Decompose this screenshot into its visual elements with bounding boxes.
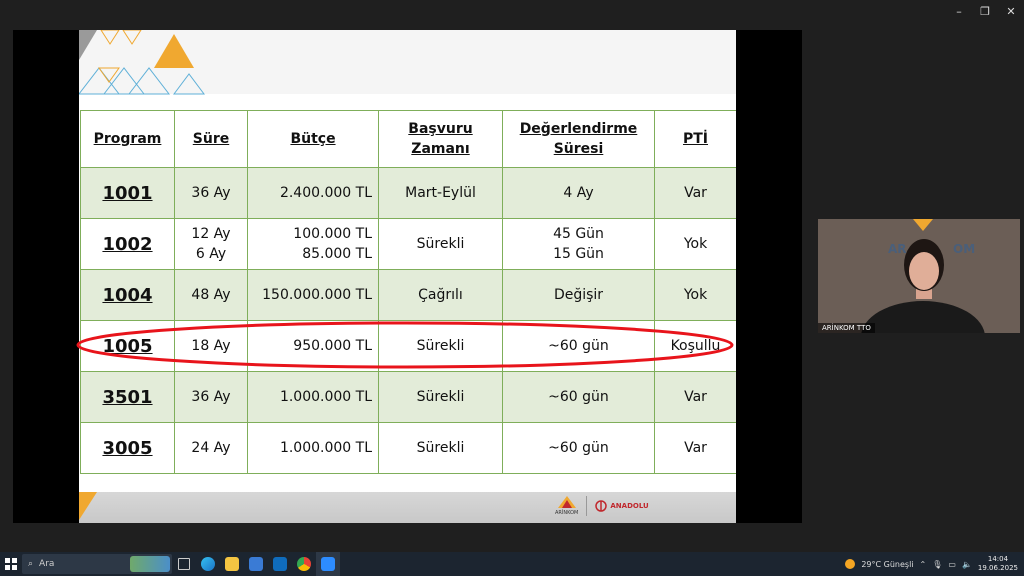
table-row: 1005 18 Ay 950.000 TL Sürekli ~60 gün Ko…	[80, 320, 736, 372]
table-row: 3005 24 Ay 1.000.000 TL Sürekli ~60 gün …	[80, 422, 736, 474]
header-degerlendirme: Değerlendirme Süresi	[502, 110, 655, 168]
basvuru-cell: Sürekli	[378, 422, 503, 474]
header-butce: Bütçe	[247, 110, 379, 168]
folder-icon	[225, 557, 239, 571]
degerlendirme-cell: 45 Gün 15 Gün	[502, 218, 655, 270]
degerlendirme-cell: Değişir	[502, 269, 655, 321]
anadolu-logo: ANADOLU	[595, 500, 649, 512]
microphone-icon[interactable]: 🎙	[932, 560, 942, 569]
program-table: Program Süre Bütçe Başvuru Zamanı Değerle…	[80, 110, 736, 474]
chevron-up-icon[interactable]: ⌃	[920, 560, 927, 569]
table-row: 1004 48 Ay 150.000.000 TL Çağrılı Değişi…	[80, 269, 736, 321]
close-button[interactable]: ✕	[998, 0, 1024, 22]
weather-icon	[845, 559, 856, 569]
sure-cell: 24 Ay	[174, 422, 248, 474]
butce-cell: 2.400.000 TL	[247, 167, 379, 219]
degerlendirme-cell: ~60 gün	[502, 371, 655, 423]
butce-cell: 100.000 TL 85.000 TL	[247, 218, 379, 270]
participant-figure: AR OM	[818, 219, 1020, 333]
basvuru-cell: Sürekli	[378, 371, 503, 423]
pti-cell: Koşullu	[654, 320, 736, 372]
header-pti: PTİ	[654, 110, 736, 168]
sure-cell: 18 Ay	[174, 320, 248, 372]
basvuru-cell: Sürekli	[378, 218, 503, 270]
outlook-button[interactable]	[268, 552, 292, 576]
taskbar-search[interactable]: ⌕ Ara	[22, 554, 172, 574]
program-cell: 3501	[80, 371, 175, 423]
program-cell: 1004	[80, 269, 175, 321]
chrome-button[interactable]	[292, 552, 316, 576]
svg-text:AR: AR	[888, 242, 907, 256]
maximize-button[interactable]: ❐	[972, 0, 998, 22]
arinkom-logo: ARİNKOM	[555, 496, 578, 516]
system-tray: 29°C Güneşli ⌃ 🎙 ▭ 🔈 14:04 19.06.2025	[845, 552, 1018, 576]
sure-cell: 48 Ay	[174, 269, 248, 321]
store-button[interactable]	[244, 552, 268, 576]
arinkom-triangle-icon	[557, 496, 576, 508]
volume-icon[interactable]: 🔈	[962, 560, 972, 569]
edge-button[interactable]	[196, 552, 220, 576]
footer-logos: ARİNKOM ANADOLU	[555, 496, 649, 516]
search-highlight-image	[130, 556, 170, 572]
pti-cell: Var	[654, 422, 736, 474]
butce-cell: 950.000 TL	[247, 320, 379, 372]
program-cell: 1002	[80, 218, 175, 270]
outlook-icon	[273, 557, 287, 571]
chrome-icon	[297, 557, 311, 571]
butce-cell: 1.000.000 TL	[247, 371, 379, 423]
start-button[interactable]	[0, 552, 22, 576]
pti-cell: Yok	[654, 269, 736, 321]
basvuru-cell: Mart-Eylül	[378, 167, 503, 219]
table-row: 1001 36 Ay 2.400.000 TL Mart-Eylül 4 Ay …	[80, 167, 736, 219]
search-placeholder: Ara	[39, 559, 55, 569]
pti-cell: Var	[654, 167, 736, 219]
degerlendirme-cell: ~60 gün	[502, 422, 655, 474]
program-cell: 3005	[80, 422, 175, 474]
butce-cell: 150.000.000 TL	[247, 269, 379, 321]
network-icon[interactable]: ▭	[948, 560, 956, 569]
sure-cell: 12 Ay 6 Ay	[174, 218, 248, 270]
task-view-button[interactable]	[172, 552, 196, 576]
decorative-triangles-icon	[79, 30, 205, 95]
task-view-icon	[178, 558, 190, 570]
windows-icon	[5, 558, 17, 570]
zoom-button[interactable]	[316, 552, 340, 576]
presentation-slide: Program Süre Bütçe Başvuru Zamanı Değerle…	[79, 30, 736, 523]
store-icon	[249, 557, 263, 571]
minimize-button[interactable]: –	[946, 0, 972, 22]
table-row: 3501 36 Ay 1.000.000 TL Sürekli ~60 gün …	[80, 371, 736, 423]
svg-text:OM: OM	[953, 242, 975, 256]
weather-text[interactable]: 29°C Güneşli	[861, 560, 913, 569]
search-icon: ⌕	[28, 559, 34, 569]
sure-cell: 36 Ay	[174, 167, 248, 219]
file-explorer-button[interactable]	[220, 552, 244, 576]
header-sure: Süre	[174, 110, 248, 168]
participant-name: ARİNKOM TTO	[818, 323, 875, 333]
clock[interactable]: 14:04 19.06.2025	[978, 555, 1018, 573]
basvuru-cell: Sürekli	[378, 320, 503, 372]
header-basvuru: Başvuru Zamanı	[378, 110, 503, 168]
basvuru-cell: Çağrılı	[378, 269, 503, 321]
butce-cell: 1.000.000 TL	[247, 422, 379, 474]
pti-cell: Var	[654, 371, 736, 423]
program-cell: 1001	[80, 167, 175, 219]
footer-triangle-icon	[79, 492, 97, 520]
degerlendirme-cell: ~60 gün	[502, 320, 655, 372]
pti-cell: Yok	[654, 218, 736, 270]
window-titlebar: – ❐ ✕	[0, 0, 1024, 22]
anadolu-circle-icon	[595, 500, 608, 512]
edge-icon	[201, 557, 215, 571]
table-row: 1002 12 Ay 6 Ay 100.000 TL 85.000 TL Sürek…	[80, 218, 736, 270]
header-program: Program	[80, 110, 175, 168]
participant-video[interactable]: AR OM	[818, 219, 1020, 333]
zoom-icon	[321, 557, 335, 571]
sure-cell: 36 Ay	[174, 371, 248, 423]
table-header-row: Program Süre Bütçe Başvuru Zamanı Değerle…	[80, 110, 736, 168]
program-cell: 1005	[80, 320, 175, 372]
degerlendirme-cell: 4 Ay	[502, 167, 655, 219]
window-controls: – ❐ ✕	[946, 0, 1024, 22]
